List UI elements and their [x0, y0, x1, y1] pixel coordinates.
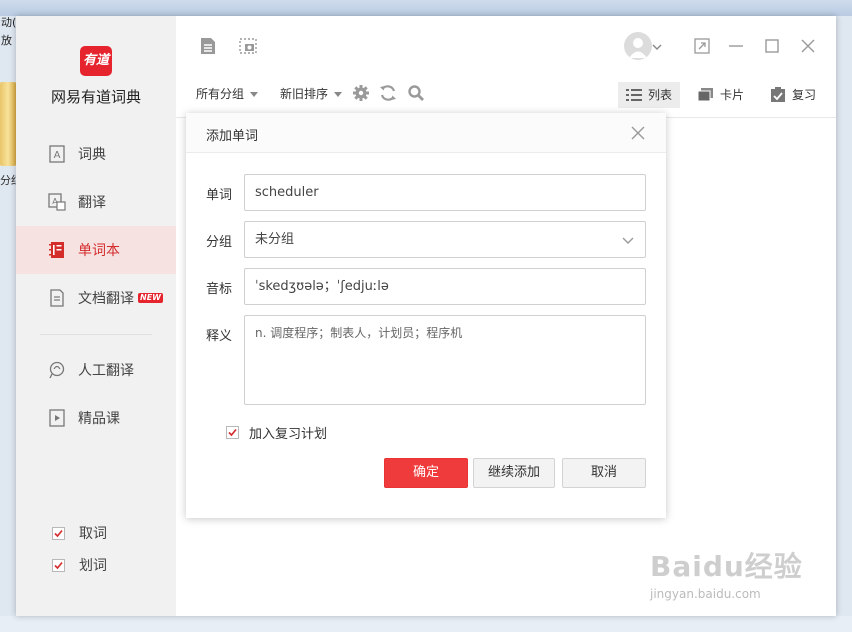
review-icon	[771, 87, 785, 102]
continue-add-button[interactable]: 继续添加	[473, 458, 555, 488]
sidebar-item-course[interactable]: 精品课	[16, 394, 176, 442]
wordbook-toolbar: 所有分组 新旧排序 列表 卡片 复习	[176, 82, 836, 112]
note-icon[interactable]	[198, 36, 218, 56]
capture-word-toggle[interactable]: 取词	[52, 523, 107, 543]
checkmark-icon	[228, 428, 237, 437]
sidebar-item-label: 文档翻译	[78, 291, 134, 307]
watermark-url: jingyan.baidu.com	[650, 587, 761, 601]
dictionary-icon: A	[48, 145, 66, 163]
watermark-brand: Baidu经验	[650, 550, 803, 583]
view-list-label: 列表	[648, 88, 673, 102]
maximize-icon[interactable]	[762, 36, 782, 56]
wordbook-icon	[48, 241, 66, 259]
select-word-toggle[interactable]: 划词	[52, 555, 107, 575]
select-word-label: 划词	[79, 558, 107, 574]
add-word-dialog: 添加单词 单词 scheduler 分组 未分组 音标 ˈskedʒʊələ；ˈ…	[186, 113, 666, 518]
close-icon[interactable]	[798, 36, 818, 56]
group-filter-dropdown[interactable]: 所有分组	[196, 82, 259, 106]
sidebar-divider	[40, 334, 152, 335]
youdao-logo: 有道	[80, 46, 112, 76]
confirm-button[interactable]: 确定	[384, 458, 468, 488]
phonetic-label: 音标	[206, 282, 233, 297]
sidebar-item-label: 精品课	[78, 411, 120, 427]
meaning-textarea[interactable]: n. 调度程序；制表人，计划员；程序机	[244, 315, 646, 405]
checkmark-icon	[54, 529, 63, 537]
dialog-header: 添加单词	[186, 113, 666, 153]
word-input[interactable]: scheduler	[244, 174, 646, 211]
meaning-label: 释义	[206, 329, 233, 344]
avatar[interactable]	[624, 32, 652, 60]
group-select-value: 未分组	[255, 232, 295, 247]
sort-order-dropdown[interactable]: 新旧排序	[280, 82, 343, 106]
sort-order-label: 新旧排序	[280, 87, 329, 101]
view-card-label: 卡片	[720, 88, 745, 102]
caret-down-icon	[250, 92, 259, 97]
human-translate-icon	[48, 361, 66, 379]
group-select[interactable]: 未分组	[244, 221, 646, 258]
sidebar-item-human-translate[interactable]: 人工翻译	[16, 346, 176, 394]
word-label: 单词	[206, 188, 233, 203]
document-icon	[48, 289, 66, 307]
capture-word-label: 取词	[79, 526, 107, 542]
review-plan-toggle[interactable]: 加入复习计划	[226, 423, 327, 442]
sidebar-item-label: 翻译	[78, 195, 106, 211]
compact-mode-icon[interactable]	[692, 36, 712, 56]
checkmark-icon	[54, 561, 63, 569]
sidebar-item-document-translate[interactable]: 文档翻译 NEW	[16, 274, 176, 322]
group-label: 分组	[206, 235, 233, 250]
view-card-button[interactable]: 卡片	[690, 82, 752, 108]
translate-icon: A	[48, 193, 66, 211]
close-icon[interactable]	[630, 125, 646, 141]
list-icon	[626, 89, 642, 101]
desktop-bottom-area	[0, 616, 852, 632]
card-icon	[698, 88, 713, 102]
view-list-button[interactable]: 列表	[618, 82, 681, 108]
user-icon	[629, 38, 647, 58]
screenshot-icon[interactable]	[238, 36, 258, 56]
minimize-icon[interactable]	[726, 36, 746, 56]
desktop-folder-label: 分红	[0, 174, 16, 187]
review-plan-label: 加入复习计划	[249, 427, 328, 442]
checkbox[interactable]	[52, 526, 65, 540]
search-icon[interactable]	[407, 84, 425, 102]
checkbox[interactable]	[52, 558, 65, 572]
desktop-top-bar	[0, 0, 852, 16]
sidebar-item-label: 单词本	[78, 243, 120, 259]
desktop-folder-icon	[0, 82, 16, 166]
gear-icon[interactable]	[352, 84, 370, 102]
view-review-label: 复习	[792, 88, 817, 102]
dialog-title: 添加单词	[206, 129, 259, 144]
baidu-watermark: Baidu经验 jingyan.baidu.com	[650, 545, 810, 615]
view-review-button[interactable]: 复习	[762, 82, 824, 108]
sidebar: 有道 网易有道词典 A 词典 A 翻译 单词本 文档翻译 NEW 人工翻译 精品…	[16, 16, 176, 616]
new-badge: NEW	[138, 293, 163, 303]
svg-text:A: A	[54, 150, 61, 161]
checkbox[interactable]	[226, 426, 239, 439]
course-icon	[48, 409, 66, 427]
sidebar-item-label: 词典	[78, 147, 106, 163]
chevron-down-icon[interactable]	[652, 42, 662, 52]
chevron-down-icon	[622, 237, 634, 244]
sidebar-item-translate[interactable]: A 翻译	[16, 178, 176, 226]
app-name: 网易有道词典	[50, 88, 141, 106]
sidebar-item-wordbook[interactable]: 单词本	[16, 226, 176, 274]
phonetic-input[interactable]: ˈskedʒʊələ；ˈʃedjuːlə	[244, 268, 646, 305]
sidebar-item-label: 人工翻译	[78, 363, 134, 379]
group-filter-label: 所有分组	[196, 87, 245, 101]
caret-down-icon	[334, 92, 343, 97]
sync-icon[interactable]	[379, 84, 397, 102]
cancel-button[interactable]: 取消	[562, 458, 646, 488]
sidebar-item-dictionary[interactable]: A 词典	[16, 130, 176, 178]
